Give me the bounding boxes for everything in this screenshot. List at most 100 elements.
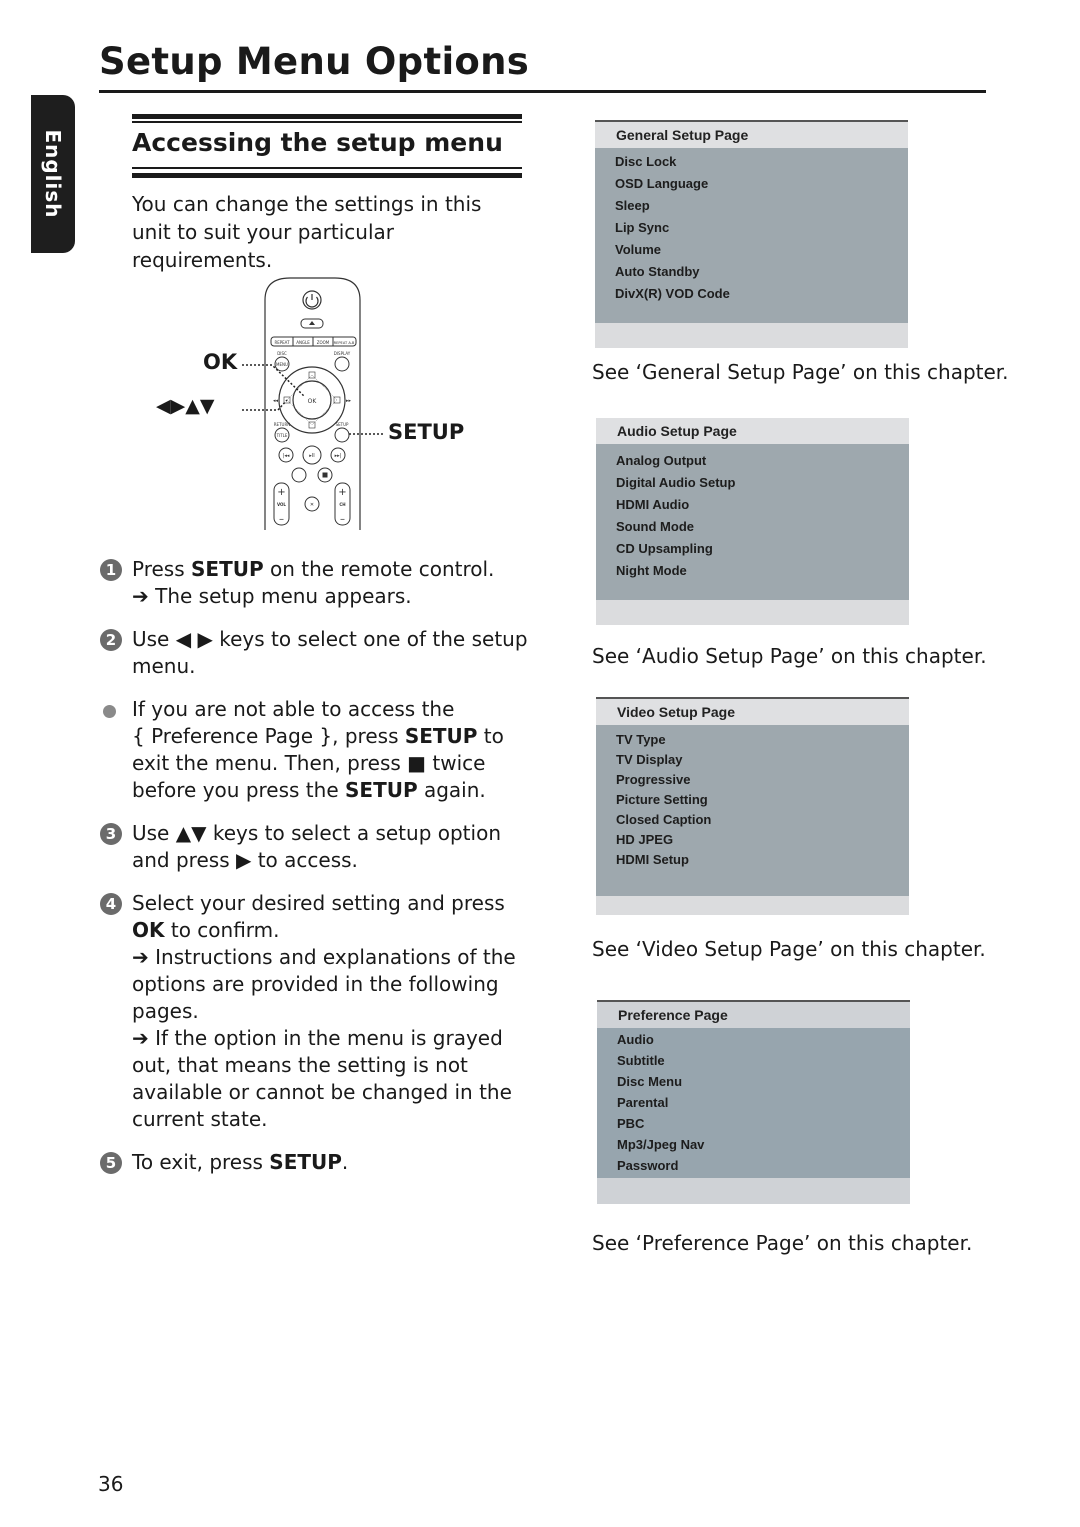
video-setup-caption: See ‘Video Setup Page’ on this chapter. (592, 937, 986, 961)
steps-list: 1 Press SETUP on the remote control. ➔ T… (100, 556, 530, 1192)
ok-callout: OK (203, 350, 238, 374)
svg-text:–: – (279, 514, 284, 525)
preference-menu: Preference Page Audio Subtitle Disc Menu… (597, 1000, 910, 1204)
menu-footer (596, 896, 909, 915)
language-tab: English (31, 95, 75, 253)
note-text: before you press the (132, 778, 345, 802)
menu-items: Disc Lock OSD Language Sleep Lip Sync Vo… (595, 148, 908, 323)
menu-item[interactable]: Progressive (596, 770, 909, 790)
menu-item[interactable]: Auto Standby (595, 261, 908, 283)
note-line: If you are not able to access the (132, 697, 455, 721)
menu-item[interactable]: DivX(R) VOD Code (595, 283, 908, 305)
intro-text: You can change the settings in this unit… (132, 192, 482, 272)
menu-footer (597, 1178, 910, 1204)
bullet-icon (103, 705, 116, 718)
general-setup-menu: General Setup Page Disc Lock OSD Languag… (595, 120, 908, 348)
svg-text:CH: CH (339, 502, 345, 507)
page-number: 36 (98, 1472, 124, 1496)
step-4: 4 Select your desired setting and press … (100, 890, 530, 1133)
language-tab-label: English (41, 129, 65, 219)
svg-text:|◂◂: |◂◂ (283, 453, 290, 459)
svg-text:▸▸|: ▸▸| (335, 453, 342, 459)
menu-item[interactable]: HDMI Setup (596, 850, 909, 870)
menu-item[interactable]: Closed Caption (596, 810, 909, 830)
step-3: 3 Use ▲▼ keys to select a setup option a… (100, 820, 530, 874)
menu-item[interactable]: TV Display (596, 750, 909, 770)
svg-text:DISPLAY: DISPLAY (334, 351, 351, 356)
menu-items: TV Type TV Display Progressive Picture S… (596, 725, 909, 896)
step-text: on the remote control. (263, 557, 495, 581)
note-text: again. (417, 778, 486, 802)
note-line: { Preference Page }, press SETUP to (132, 723, 530, 750)
svg-text:DISC: DISC (277, 351, 287, 356)
note-keyword: SETUP (404, 724, 478, 748)
step-result: ➔ Instructions and explanations of the o… (132, 945, 516, 1023)
video-setup-menu: Video Setup Page TV Type TV Display Prog… (596, 697, 909, 915)
svg-text:▸▸: ▸▸ (346, 398, 352, 404)
menu-item[interactable]: Volume (595, 239, 908, 261)
step-keyword: OK (132, 918, 165, 942)
menu-item[interactable]: Disc Lock (595, 151, 908, 173)
menu-item[interactable]: HD JPEG (596, 830, 909, 850)
display-button-icon (334, 356, 350, 372)
menu-item[interactable]: CD Upsampling (596, 538, 909, 560)
svg-text:TITLE: TITLE (276, 433, 288, 438)
step-number-badge: 1 (100, 559, 122, 581)
menu-title: Preference Page (597, 1002, 910, 1028)
svg-text:▸II: ▸II (309, 453, 314, 459)
svg-text:ZOOM: ZOOM (317, 340, 330, 345)
step-result: ➔ If the option in the menu is grayed ou… (132, 1026, 512, 1131)
menu-item[interactable]: Audio (597, 1029, 910, 1050)
step-text: Select your desired setting and press (132, 891, 505, 915)
menu-item[interactable]: Picture Setting (596, 790, 909, 810)
menu-item[interactable]: Sleep (595, 195, 908, 217)
step-text: . (341, 1150, 349, 1174)
menu-item[interactable]: Analog Output (596, 450, 909, 472)
page-title: Setup Menu Options (99, 40, 530, 83)
menu-item[interactable]: Subtitle (597, 1050, 910, 1071)
step-keyword: SETUP (269, 1150, 342, 1174)
menu-item[interactable]: Password (597, 1155, 910, 1176)
menu-item[interactable]: HDMI Audio (596, 494, 909, 516)
note-line: exit the menu. Then, press ■ twice (132, 751, 486, 775)
menu-item[interactable]: Digital Audio Setup (596, 472, 909, 494)
menu-item[interactable]: Parental (597, 1092, 910, 1113)
menu-item[interactable]: Night Mode (596, 560, 909, 582)
menu-item[interactable]: PBC (597, 1113, 910, 1134)
svg-text:REPEAT: REPEAT (274, 340, 290, 345)
audio-setup-caption: See ‘Audio Setup Page’ on this chapter. (592, 644, 987, 668)
step-text: Press (132, 557, 191, 581)
menu-footer (595, 323, 908, 348)
setup-button-icon (334, 427, 350, 443)
menu-item[interactable]: Sound Mode (596, 516, 909, 538)
step-number-badge: 5 (100, 1152, 122, 1174)
menu-items: Analog Output Digital Audio Setup HDMI A… (596, 444, 909, 600)
section-rule-bottom-thin (132, 167, 522, 169)
section-rule-bottom-thick (132, 173, 522, 178)
menu-item[interactable]: Mp3/Jpeg Nav (597, 1134, 910, 1155)
note-bullet: If you are not able to access the { Pref… (100, 696, 530, 804)
svg-text:ANGLE: ANGLE (296, 340, 310, 345)
step-text: Use ▲▼ keys to select a setup option and… (132, 821, 501, 872)
section-heading: Accessing the setup menu (132, 128, 503, 157)
step-text: Use ◀ ▶ keys to select one of the setup … (132, 627, 528, 678)
audio-setup-menu: Audio Setup Page Analog Output Digital A… (596, 418, 909, 625)
step-text: To exit, press (132, 1150, 270, 1174)
step-5: 5 To exit, press SETUP. (100, 1149, 530, 1176)
step-1: 1 Press SETUP on the remote control. ➔ T… (100, 556, 530, 610)
menu-item[interactable]: OSD Language (595, 173, 908, 195)
menu-item[interactable]: Disc Menu (597, 1071, 910, 1092)
step-number-badge: 2 (100, 629, 122, 651)
svg-text:MENU: MENU (276, 362, 288, 367)
arrow-keys-callout: ◀▶▲▼ (156, 395, 215, 417)
menu-item[interactable]: Lip Sync (595, 217, 908, 239)
setup-callout: SETUP (388, 420, 465, 444)
step-2: 2 Use ◀ ▶ keys to select one of the setu… (100, 626, 530, 680)
svg-text:RETURN: RETURN (274, 422, 290, 427)
step-number-badge: 3 (100, 823, 122, 845)
section-rule-top-thin (132, 121, 522, 123)
note-text: to (477, 724, 504, 748)
menu-item[interactable]: TV Type (596, 730, 909, 750)
svg-text:OK: OK (308, 398, 318, 405)
section-rule-top-thick (132, 114, 522, 119)
